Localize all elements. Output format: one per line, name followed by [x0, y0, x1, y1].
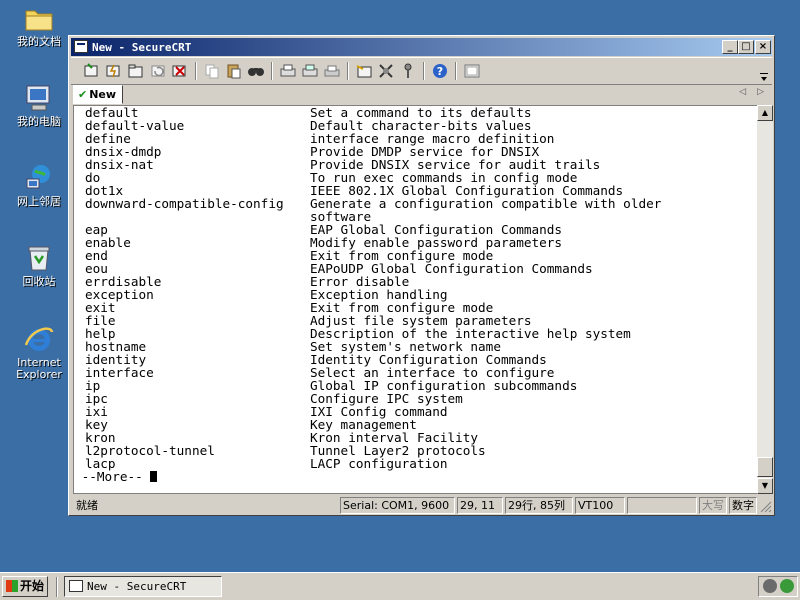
more-prompt: --More-- [74, 469, 151, 484]
my-computer-icon [23, 82, 55, 114]
command-name: key [85, 417, 108, 432]
toolbar-separator [271, 62, 273, 80]
system-tray [758, 576, 798, 597]
securecrt-app-icon[interactable] [74, 40, 88, 53]
connect-icon[interactable] [83, 62, 101, 80]
network-places-icon [23, 162, 55, 194]
reconnect-icon[interactable] [149, 62, 167, 80]
internet-explorer-icon [23, 323, 55, 355]
start-button[interactable]: 开始 [2, 576, 48, 597]
status-rows-cols: 29行, 85列 [505, 497, 573, 514]
desktop-icon-label: Explorer [16, 368, 62, 381]
more-prompt-line: --More-- [74, 470, 661, 483]
session-options-icon[interactable] [355, 62, 373, 80]
status-caps-lock: 大写 [699, 497, 727, 514]
network-tray-icon[interactable] [763, 579, 777, 593]
command-name: ixi [85, 404, 108, 419]
print-setup-icon[interactable] [323, 62, 341, 80]
title-bar[interactable]: New - SecureCRT _ □ × [71, 38, 772, 56]
print-icon[interactable] [279, 62, 297, 80]
command-name: exit [85, 300, 116, 315]
minimize-button[interactable]: _ [722, 40, 738, 54]
command-name: dnsix-nat [85, 157, 154, 172]
help-icon[interactable]: ? [431, 62, 449, 80]
toolbar-separator [455, 62, 457, 80]
terminal-line: downward-compatible-config Generate a con… [85, 197, 661, 210]
maximize-button[interactable]: □ [738, 40, 754, 54]
vertical-scrollbar[interactable]: ▲ ▼ [757, 105, 773, 494]
desktop-icon-label: 网上邻居 [17, 195, 61, 208]
toolbar-separator [195, 62, 197, 80]
tab-label: New [89, 88, 117, 101]
find-icon[interactable] [247, 62, 265, 80]
toolbar-separator [347, 62, 349, 80]
scroll-up-button[interactable]: ▲ [757, 105, 773, 121]
taskbar-button-securecrt[interactable]: New - SecureCRT [64, 576, 222, 597]
terminal-line: lacp LACP configuration [85, 457, 661, 470]
command-name: exception [85, 287, 154, 302]
quick-connect-icon[interactable] [105, 62, 123, 80]
taskbar-button-label: New - SecureCRT [87, 580, 187, 593]
toolbar: ? [71, 57, 772, 85]
status-emulation: VT100 [575, 497, 625, 514]
desktop-icon-label: 我的文档 [17, 35, 61, 48]
keymap-icon[interactable] [399, 62, 417, 80]
copy-icon[interactable] [203, 62, 221, 80]
desktop-icon-network-places[interactable]: 网上邻居 [6, 162, 72, 208]
window-title: New - SecureCRT [92, 41, 192, 54]
start-label: 开始 [20, 579, 45, 593]
terminal-view[interactable]: default Set a command to its defaults defa… [73, 105, 757, 494]
print-selection-icon[interactable] [301, 62, 319, 80]
command-name: interface [85, 365, 154, 380]
command-name: l2protocol-tunnel [85, 443, 215, 458]
resize-grip-icon[interactable] [760, 501, 772, 516]
paste-icon[interactable] [225, 62, 243, 80]
taskbar-separator [56, 577, 58, 597]
desktop-icon-internet-explorer[interactable]: Internet Explorer [6, 323, 72, 381]
command-name: ipc [85, 391, 108, 406]
desktop-icon-recycle-bin[interactable]: 回收站 [6, 242, 72, 288]
toolbar-separator [423, 62, 425, 80]
command-name: file [85, 313, 116, 328]
securecrt-window: New - SecureCRT _ □ × ? ✔ New ◁ ▷ defaul… [68, 35, 775, 516]
tab-scroll-left-icon[interactable]: ◁ [739, 87, 746, 97]
windows-flag-icon [6, 580, 18, 592]
command-description: LACP configuration [310, 456, 448, 471]
taskbar: 开始 New - SecureCRT [0, 572, 800, 600]
command-name: ip [85, 378, 101, 393]
desktop-icon-label: 回收站 [22, 275, 56, 288]
session-tab-strip: ✔ New ◁ ▷ [71, 84, 772, 104]
command-name: enable [85, 235, 131, 250]
desktop-icon-label: 我的电脑 [17, 115, 61, 128]
status-ready: 就绪 [76, 499, 98, 512]
desktop-icon-my-documents[interactable]: 我的文档 [6, 2, 72, 48]
disconnect-icon[interactable] [171, 62, 189, 80]
command-name: downward-compatible-config [85, 196, 284, 211]
securecrt-app-icon [69, 580, 83, 592]
close-button[interactable]: × [755, 40, 771, 54]
recycle-bin-icon [23, 242, 55, 274]
volume-tray-icon[interactable] [780, 579, 794, 593]
my-documents-folder-icon [23, 2, 55, 34]
status-blank [627, 497, 697, 514]
tab-new[interactable]: ✔ New [73, 85, 123, 104]
tab-scroll-right-icon[interactable]: ▷ [757, 87, 764, 97]
connect-in-tab-icon[interactable] [127, 62, 145, 80]
terminal-output: default Set a command to its defaults defa… [82, 106, 662, 483]
scroll-thumb[interactable] [757, 457, 773, 477]
command-name: end [85, 248, 108, 263]
global-options-icon[interactable] [377, 62, 395, 80]
desktop-icon-my-computer[interactable]: 我的电脑 [6, 82, 72, 128]
status-cursor-position: 29, 11 [457, 497, 503, 514]
terminal-cursor [150, 471, 158, 482]
status-serial: Serial: COM1, 9600 [340, 497, 455, 514]
scroll-down-button[interactable]: ▼ [757, 478, 773, 494]
svg-text:?: ? [437, 65, 443, 78]
sftp-icon[interactable] [463, 62, 481, 80]
toolbar-chevron-icon[interactable] [760, 72, 768, 82]
status-bar: 就绪 Serial: COM1, 9600 29, 11 29行, 85列 VT… [71, 496, 772, 515]
connected-check-icon: ✔ [78, 88, 88, 101]
status-num-lock: 数字 [729, 497, 757, 514]
